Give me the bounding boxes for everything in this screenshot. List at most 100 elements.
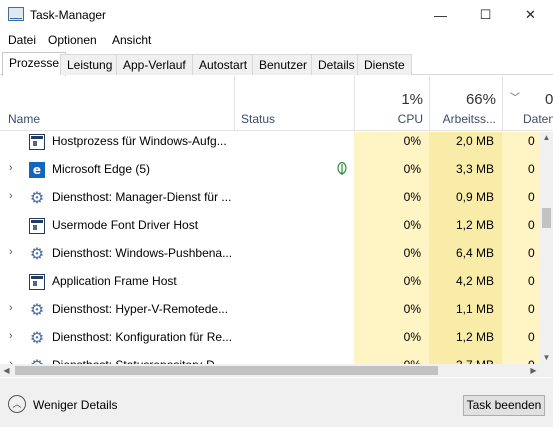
process-disk: 0 <box>528 330 535 344</box>
column-memory[interactable]: 66% Arbeitss... <box>429 76 502 130</box>
menu-ansicht[interactable]: Ansicht <box>112 33 151 47</box>
gear-icon: ⚙ <box>29 188 45 207</box>
process-disk: 0 <box>528 274 535 288</box>
process-cpu: 0% <box>403 218 421 232</box>
horizontal-scrollbar[interactable]: ◀ ▶ <box>0 364 540 377</box>
process-memory: 0,9 MB <box>455 190 494 204</box>
menu-bar: Datei Optionen Ansicht <box>0 30 553 50</box>
edge-icon: e <box>29 162 45 178</box>
gear-icon: ⚙ <box>29 300 45 319</box>
tab-bar: Prozesse Leistung App-Verlauf Autostart … <box>0 52 553 76</box>
process-disk: 0 <box>528 302 535 316</box>
process-cpu: 0% <box>403 190 421 204</box>
gear-icon: ⚙ <box>29 244 45 263</box>
process-memory: 1,1 MB <box>455 302 494 316</box>
expand-chevron-icon[interactable]: › <box>9 162 13 174</box>
expand-chevron-icon[interactable]: › <box>9 190 13 202</box>
tab-autostart[interactable]: Autostart <box>192 54 255 75</box>
expand-chevron-icon[interactable]: › <box>9 246 13 258</box>
end-task-button[interactable]: Task beenden <box>463 395 545 416</box>
fewer-details-link[interactable]: Weniger Details <box>33 398 117 412</box>
process-name: Diensthost: Hyper-V-Remotede... <box>52 302 229 316</box>
process-name: Diensthost: Manager-Dienst für ... <box>52 190 232 204</box>
process-disk: 0 <box>528 218 535 232</box>
process-row[interactable]: › ⚙ Diensthost: Konfiguration für Re... 0% 1… <box>0 324 540 352</box>
leaf-icon <box>337 161 347 179</box>
task-manager-icon <box>8 7 24 21</box>
process-name: Diensthost: Konfiguration für Re... <box>52 330 233 344</box>
process-disk: 0 <box>528 134 535 148</box>
expand-chevron-icon[interactable]: › <box>9 302 13 314</box>
cpu-total: 1% <box>401 91 423 108</box>
process-memory: 4,2 MB <box>455 274 494 288</box>
footer: ︿ Weniger Details Task beenden <box>0 378 553 427</box>
minimize-button[interactable]: — <box>418 0 463 30</box>
column-status[interactable]: Status <box>234 76 354 130</box>
chevron-up-circle-icon[interactable]: ︿ <box>8 395 26 413</box>
process-name: Diensthost: Windows-Pushbena... <box>52 246 233 260</box>
column-disk-label: Daten <box>523 112 553 126</box>
process-row[interactable]: Usermode Font Driver Host 0% 1,2 MB 0 <box>0 212 540 240</box>
column-memory-label: Arbeitss... <box>442 112 496 126</box>
process-cpu: 0% <box>403 246 421 260</box>
close-button[interactable]: ✕ <box>508 0 553 30</box>
process-name: Application Frame Host <box>52 274 177 288</box>
window-icon <box>29 218 45 234</box>
vertical-scroll-thumb[interactable] <box>542 208 551 228</box>
process-row[interactable]: › ⚙ Diensthost: Hyper-V-Remotede... 0% 1,1 M… <box>0 296 540 324</box>
scroll-up-icon[interactable]: ▲ <box>540 132 553 144</box>
menu-datei[interactable]: Datei <box>8 33 36 47</box>
process-memory: 3,3 MB <box>455 162 494 176</box>
title-bar: Task-Manager — ☐ ✕ <box>0 0 553 30</box>
horizontal-scroll-thumb[interactable] <box>15 366 438 375</box>
scrollbar-corner <box>540 364 553 377</box>
process-list: Hostprozess für Windows-Aufg... 0% 2,0 MB 0… <box>0 132 540 364</box>
expand-chevron-icon[interactable]: › <box>9 330 13 342</box>
process-name: Usermode Font Driver Host <box>52 218 199 232</box>
process-disk: 0 <box>528 162 535 176</box>
column-disk[interactable]: 0 Daten <box>502 76 553 130</box>
process-disk: 0 <box>528 246 535 260</box>
process-row[interactable]: › e Microsoft Edge (5) 0% 3,3 MB 0 <box>0 156 540 184</box>
tab-benutzer[interactable]: Benutzer <box>252 54 315 75</box>
column-name-label: Name <box>8 112 41 126</box>
menu-optionen[interactable]: Optionen <box>48 33 97 47</box>
tab-dienste[interactable]: Dienste <box>357 54 412 75</box>
process-row[interactable]: ›⚙Diensthost: Statusrepository-D...0%3,7… <box>0 352 540 365</box>
process-row[interactable]: Application Frame Host 0% 4,2 MB 0 <box>0 268 540 296</box>
tab-details[interactable]: Details <box>311 54 362 75</box>
disk-total: 0 <box>545 91 553 108</box>
column-header: Name Status 1% CPU 66% Arbeitss... ﹀ 0 D… <box>0 76 553 131</box>
column-cpu[interactable]: 1% CPU <box>354 76 429 130</box>
process-cpu: 0% <box>403 330 421 344</box>
process-row[interactable]: › ⚙ Diensthost: Windows-Pushbena... 0% 6,4 M… <box>0 240 540 268</box>
scroll-left-icon[interactable]: ◀ <box>0 364 13 377</box>
process-row[interactable]: Hostprozess für Windows-Aufg... 0% 2,0 MB 0 <box>0 132 540 156</box>
window-icon <box>29 274 45 290</box>
process-name: Microsoft Edge (5) <box>52 162 151 176</box>
process-cpu: 0% <box>403 274 421 288</box>
column-status-label: Status <box>241 112 276 126</box>
gear-icon: ⚙ <box>29 328 45 347</box>
scroll-right-icon[interactable]: ▶ <box>527 364 540 377</box>
process-memory: 6,4 MB <box>455 246 494 260</box>
process-memory: 1,2 MB <box>455 218 494 232</box>
tab-leistung[interactable]: Leistung <box>60 54 120 75</box>
process-name: Hostprozess für Windows-Aufg... <box>52 134 227 148</box>
column-cpu-label: CPU <box>397 112 423 126</box>
tab-app-verlauf[interactable]: App-Verlauf <box>116 54 193 75</box>
column-name[interactable]: Name <box>0 76 234 130</box>
tab-prozesse[interactable]: Prozesse <box>2 52 67 76</box>
window-icon <box>29 134 45 150</box>
maximize-button[interactable]: ☐ <box>463 0 508 30</box>
process-row[interactable]: › ⚙ Diensthost: Manager-Dienst für ... 0% 0,… <box>0 184 540 212</box>
memory-total: 66% <box>465 91 496 108</box>
scroll-down-icon[interactable]: ▼ <box>540 352 553 364</box>
window-title: Task-Manager <box>30 8 107 22</box>
process-memory: 2,0 MB <box>455 134 494 148</box>
vertical-scrollbar[interactable]: ▲ ▼ <box>540 132 553 364</box>
process-disk: 0 <box>528 190 535 204</box>
process-cpu: 0% <box>403 302 421 316</box>
process-cpu: 0% <box>403 162 421 176</box>
process-memory: 1,2 MB <box>455 330 494 344</box>
